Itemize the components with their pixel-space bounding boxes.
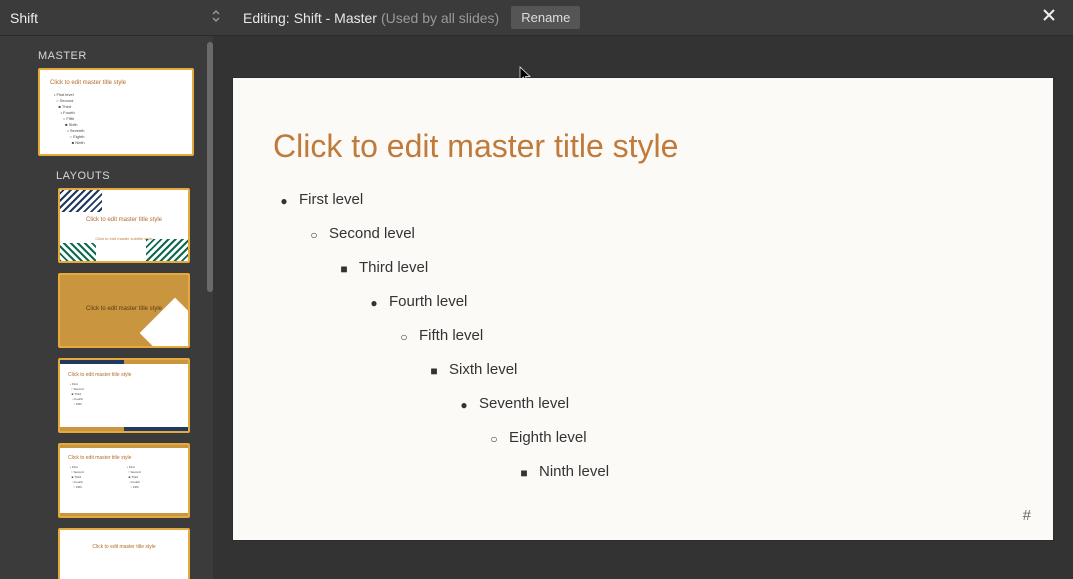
close-icon (1041, 6, 1057, 29)
bullet-square-icon: ■ (339, 259, 349, 279)
close-button[interactable] (1035, 4, 1063, 32)
body: MASTER Click to edit master title style … (0, 36, 1073, 579)
level-text: Seventh level (479, 395, 569, 412)
master-section-label: MASTER (38, 50, 199, 62)
master-slide-canvas[interactable]: Click to edit master title style ● First … (233, 78, 1053, 540)
layouts-section-label: LAYOUTS (56, 170, 199, 182)
thumb-title: Click to edit master title style (68, 455, 131, 461)
thumb-body-preview: • First level ○ Second ■ Third • Fourth … (54, 92, 85, 146)
thumb-subtitle: Click to edit master subtitle style (60, 236, 188, 241)
outline-level-7: ● Seventh level (459, 395, 1013, 415)
bullet-square-icon: ■ (519, 463, 529, 483)
outline-level-5: ○ Fifth level (399, 327, 1013, 347)
bullet-square-icon: ■ (429, 361, 439, 381)
sidebar: MASTER Click to edit master title style … (0, 36, 213, 579)
thumb-title: Click to edit master title style (60, 544, 188, 550)
editing-target: Shift - Master (294, 10, 377, 26)
bullet-disc-icon: ● (459, 395, 469, 415)
master-title-placeholder[interactable]: Click to edit master title style (273, 128, 1013, 165)
header-right: Editing: Shift - Master (Used by all sli… (225, 4, 1063, 32)
editing-suffix: (Used by all slides) (381, 10, 499, 26)
outline-level-9: ■ Ninth level (519, 463, 1013, 483)
theme-name-label: Shift (10, 10, 38, 26)
level-text: Fourth level (389, 293, 467, 310)
outline-level-6: ■ Sixth level (429, 361, 1013, 381)
outline-level-1: ● First level (279, 191, 1013, 211)
bullet-disc-icon: ● (369, 293, 379, 313)
outline-level-2: ○ Second level (309, 225, 1013, 245)
thumb-title: Click to edit master title style (60, 216, 188, 224)
master-thumbnail[interactable]: Click to edit master title style • First… (38, 68, 194, 156)
theme-selector[interactable]: Shift (10, 9, 225, 26)
header-bar: Shift Editing: Shift - Master (Used by a… (0, 0, 1073, 36)
bullet-disc-icon: ● (279, 191, 289, 211)
layout-thumbnail-1[interactable]: Click to edit master title style Click t… (58, 188, 190, 263)
level-text: Eighth level (509, 429, 587, 446)
page-number-placeholder[interactable]: # (1023, 507, 1031, 524)
chevron-updown-icon (211, 9, 225, 26)
layout-thumbnail-4[interactable]: Click to edit master title style • First… (58, 443, 190, 518)
level-text: Second level (329, 225, 415, 242)
canvas-area: Click to edit master title style ● First … (213, 36, 1073, 579)
bullet-circle-icon: ○ (489, 429, 499, 449)
outline-level-4: ● Fourth level (369, 293, 1013, 313)
level-text: Third level (359, 259, 428, 276)
outline-level-8: ○ Eighth level (489, 429, 1013, 449)
master-body-placeholder[interactable]: ●First level ○Second level ■Third level … (273, 191, 1013, 483)
level-text: First level (299, 191, 363, 208)
sidebar-scroll[interactable]: MASTER Click to edit master title style … (0, 36, 205, 579)
thumb-title: Click to edit master title style (68, 372, 131, 378)
theme-editor-app: Shift Editing: Shift - Master (Used by a… (0, 0, 1073, 579)
layout-thumbnail-2[interactable]: Click to edit master title style (58, 273, 190, 348)
level-text: Sixth level (449, 361, 517, 378)
rename-button[interactable]: Rename (511, 6, 580, 29)
layout-thumbnail-5[interactable]: Click to edit master title style (58, 528, 190, 579)
thumb-title: Click to edit master title style (50, 80, 126, 86)
layout-thumbnail-3[interactable]: Click to edit master title style • First… (58, 358, 190, 433)
thumb-body-preview: • First ○ Second ■ Third • Fourth ○ Fift… (70, 465, 178, 490)
bullet-circle-icon: ○ (309, 225, 319, 245)
thumb-body-preview: • First ○ Second ■ Third • Fourth ○ Fift… (70, 382, 84, 407)
level-text: Fifth level (419, 327, 483, 344)
bullet-circle-icon: ○ (399, 327, 409, 347)
outline-level-3: ■ Third level (339, 259, 1013, 279)
editing-prefix: Editing: (243, 10, 290, 26)
level-text: Ninth level (539, 463, 609, 480)
thumb-title: Click to edit master title style (60, 305, 188, 313)
